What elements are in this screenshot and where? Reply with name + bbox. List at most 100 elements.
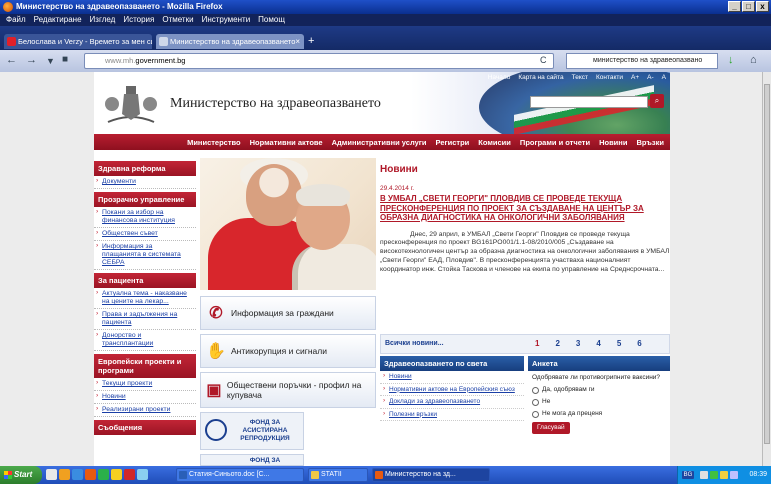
sidebar-link[interactable]: Актуална тема - наказване на цените на л… bbox=[94, 288, 196, 309]
home-page-icon[interactable]: ■ bbox=[62, 54, 68, 65]
tab-close-icon[interactable]: × bbox=[295, 34, 300, 49]
sidebar-heading[interactable]: Здравна реформа bbox=[94, 161, 196, 176]
taskbar-folder-button[interactable]: STATII bbox=[308, 468, 368, 482]
nav-links[interactable]: Връзки bbox=[636, 138, 664, 147]
reproduction-fund-banner[interactable]: ФОНД ЗА АСИСТИРАНА РЕПРОДУКЦИЯ bbox=[200, 412, 304, 450]
site-search-button[interactable]: ⌕ bbox=[650, 94, 664, 108]
sidebar-heading[interactable]: За пациента bbox=[94, 273, 196, 288]
menu-bookmarks[interactable]: Отметки bbox=[162, 14, 193, 26]
font-increase[interactable]: A+ bbox=[631, 74, 639, 81]
menu-file[interactable]: Файл bbox=[6, 14, 26, 26]
top-link-home[interactable]: Начало bbox=[488, 74, 511, 81]
site-search-input[interactable] bbox=[530, 96, 648, 108]
speaker-icon[interactable] bbox=[730, 471, 738, 479]
anticorruption-box[interactable]: ✋ Антикорупция и сигнали bbox=[200, 334, 376, 368]
nav-ministry[interactable]: Министерство bbox=[187, 138, 241, 147]
tab-bar: Белослава и Verzy - Времето за мен си ..… bbox=[0, 26, 771, 50]
news-page-3[interactable]: 3 bbox=[576, 339, 580, 348]
poll-radio[interactable] bbox=[532, 410, 539, 418]
search-bar[interactable]: министерство на здравеопазвано bbox=[566, 53, 718, 69]
sidebar-heading[interactable]: Европейски проекти и програми bbox=[94, 354, 196, 378]
menu-view[interactable]: Изглед bbox=[90, 14, 116, 26]
sidebar-link[interactable]: Покани за избор на финансова институция bbox=[94, 207, 196, 228]
sidebar-link[interactable]: Документи bbox=[94, 176, 196, 189]
browser-viewport: Начало Карта на сайта Текст Контакти A+ … bbox=[0, 72, 762, 466]
new-tab-icon[interactable]: + bbox=[308, 35, 314, 47]
back-icon[interactable]: ← bbox=[6, 54, 17, 66]
browser-tab-weather[interactable]: Белослава и Verzy - Времето за мен си ..… bbox=[4, 34, 152, 49]
browser-tab-ministry[interactable]: Министерство на здравеопазването × bbox=[156, 34, 304, 49]
sidebar-link[interactable]: Реализирани проекти bbox=[94, 404, 196, 417]
news-page-4[interactable]: 4 bbox=[596, 339, 600, 348]
vote-button[interactable]: Гласувай bbox=[532, 422, 570, 434]
nav-programs[interactable]: Програми и отчети bbox=[520, 138, 590, 147]
news-page-1[interactable]: 1 bbox=[535, 339, 539, 348]
citizens-info-box[interactable]: ✆ Информация за граждани bbox=[200, 296, 376, 330]
news-page-6[interactable]: 6 bbox=[637, 339, 641, 348]
vertical-scrollbar[interactable] bbox=[762, 72, 771, 466]
world-health-link[interactable]: Новини bbox=[380, 371, 524, 384]
sidebar-heading[interactable]: Съобщения bbox=[94, 420, 196, 435]
news-page-2[interactable]: 2 bbox=[555, 339, 559, 348]
language-indicator[interactable]: BG bbox=[682, 471, 694, 479]
firefox-quick-icon[interactable] bbox=[85, 469, 96, 480]
menu-history[interactable]: История bbox=[123, 14, 154, 26]
world-health-panel: Здравеопазването по света Новини Нормати… bbox=[380, 356, 524, 466]
nav-registers[interactable]: Регистри bbox=[436, 138, 470, 147]
all-news-link[interactable]: Всички новини... bbox=[385, 340, 444, 347]
world-health-link[interactable]: Нормативни актове на Европейския съюз bbox=[380, 384, 524, 396]
menu-help[interactable]: Помощ bbox=[258, 14, 285, 26]
tray-icon[interactable] bbox=[720, 471, 728, 479]
menu-tools[interactable]: Инструменти bbox=[202, 14, 251, 26]
top-link-contacts[interactable]: Контакти bbox=[596, 74, 623, 81]
ie-icon[interactable] bbox=[72, 469, 83, 480]
address-bar[interactable]: www.mh.government.bg bbox=[84, 53, 554, 69]
sidebar-link[interactable]: Информация за плащанията в системата СЕБ… bbox=[94, 241, 196, 270]
start-button[interactable]: Start bbox=[0, 466, 42, 484]
menu-edit[interactable]: Редактиране bbox=[34, 14, 82, 26]
sidebar-heading[interactable]: Прозрачно управление bbox=[94, 192, 196, 207]
reload-icon[interactable]: C bbox=[540, 55, 547, 65]
taskbar-word-button[interactable]: Статия-Синьото.doc [C... bbox=[176, 468, 304, 482]
desktop-icon[interactable] bbox=[46, 469, 57, 480]
tray-icon[interactable] bbox=[710, 471, 718, 479]
tray-icon[interactable] bbox=[700, 471, 708, 479]
font-decrease[interactable]: A- bbox=[647, 74, 654, 81]
history-dropdown-icon[interactable]: ▼ bbox=[46, 56, 55, 66]
app-icon[interactable] bbox=[137, 469, 148, 480]
sidebar-link[interactable]: Новини bbox=[94, 391, 196, 404]
procurement-box[interactable]: ▣ Обществени поръчки - профил на купувач… bbox=[200, 372, 376, 408]
nav-regulations[interactable]: Нормативни актове bbox=[250, 138, 323, 147]
app-icon[interactable] bbox=[98, 469, 109, 480]
clock[interactable]: 08:39 bbox=[749, 471, 767, 478]
font-reset[interactable]: A bbox=[662, 74, 666, 81]
forward-icon[interactable]: → bbox=[26, 54, 37, 66]
download-icon[interactable]: ↓ bbox=[728, 54, 734, 66]
app-icon[interactable] bbox=[111, 469, 122, 480]
nav-admin-services[interactable]: Административни услуги bbox=[332, 138, 427, 147]
top-link-text[interactable]: Текст bbox=[572, 74, 588, 81]
news-headline-link[interactable]: В УМБАЛ „СВЕТИ ГЕОРГИ" ПЛОВДИВ СЕ ПРОВЕД… bbox=[380, 194, 670, 223]
top-link-sitemap[interactable]: Карта на сайта bbox=[518, 74, 563, 81]
maximize-button[interactable]: □ bbox=[742, 1, 755, 12]
poll-radio[interactable] bbox=[532, 386, 539, 394]
sidebar-link[interactable]: Права и задължения на пациента bbox=[94, 309, 196, 330]
second-fund-banner[interactable]: ФОНД ЗА bbox=[200, 454, 304, 466]
app-icon[interactable] bbox=[59, 469, 70, 480]
sidebar-link[interactable]: Обществен съвет bbox=[94, 228, 196, 241]
sidebar-link[interactable]: Донорство и трансплантации bbox=[94, 330, 196, 351]
world-health-link[interactable]: Доклади за здравеопазването bbox=[380, 396, 524, 409]
sidebar-link[interactable]: Текущи проекти bbox=[94, 378, 196, 391]
app-icon[interactable] bbox=[124, 469, 135, 480]
scrollbar-thumb[interactable] bbox=[764, 84, 770, 444]
home-icon[interactable]: ⌂ bbox=[750, 54, 757, 66]
world-health-link[interactable]: Полезни връзки bbox=[380, 409, 524, 421]
close-button[interactable]: x bbox=[756, 1, 769, 12]
minimize-button[interactable]: _ bbox=[728, 1, 741, 12]
fund-label: ФОНД ЗА bbox=[249, 457, 281, 464]
nav-news[interactable]: Новини bbox=[599, 138, 627, 147]
nav-commissions[interactable]: Комисии bbox=[478, 138, 511, 147]
poll-radio[interactable] bbox=[532, 398, 539, 406]
taskbar-firefox-button[interactable]: Министерство на зд... bbox=[372, 468, 490, 482]
news-page-5[interactable]: 5 bbox=[617, 339, 621, 348]
